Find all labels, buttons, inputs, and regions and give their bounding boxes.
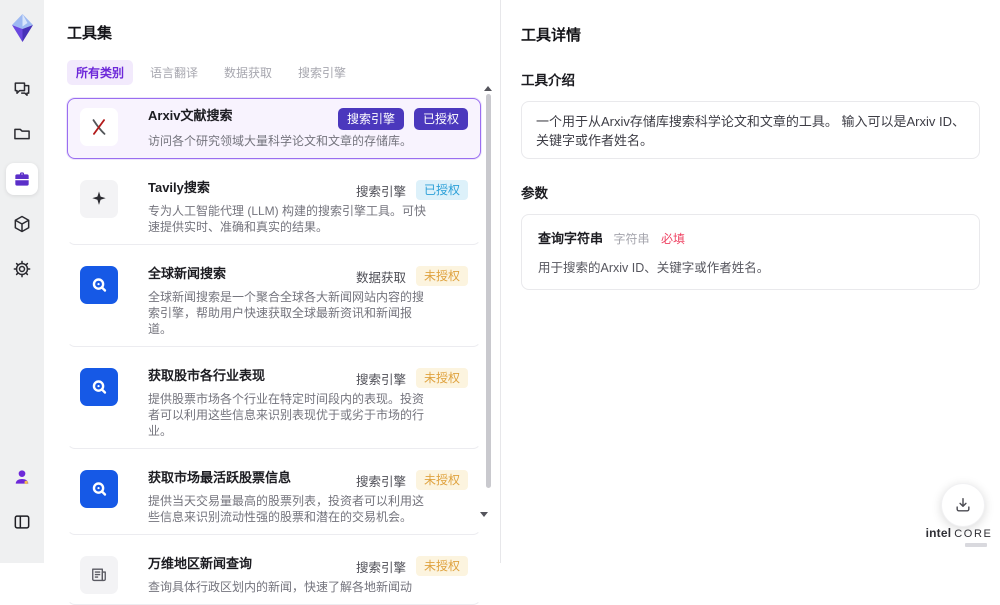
category-tabs: 所有类别 语言翻译 数据获取 搜索引擎 <box>67 60 500 85</box>
blue-search-logo-icon <box>80 266 118 304</box>
tool-card-arxiv[interactable]: Arxiv文献搜索 搜索引擎 已授权 访问各个研究领域大量科学论文和文章的存储库… <box>67 98 481 159</box>
arxiv-logo-icon <box>80 108 118 146</box>
tool-intro-text: 一个用于从Arxiv存储库搜索科学论文和文章的工具。 输入可以是Arxiv ID… <box>521 101 980 159</box>
tool-card-tavily[interactable]: Tavily搜索 搜索引擎 已授权 专为人工智能代理 (LLM) 构建的搜索引擎… <box>67 170 481 245</box>
tool-card-regional-news[interactable]: 万维地区新闻查询 搜索引擎 未授权 查询具体行政区划内的新闻，快速了解各地新闻动 <box>67 546 481 605</box>
tool-card-sector-performance[interactable]: 获取股市各行业表现 搜索引擎 未授权 提供股票市场各个行业在特定时间段内的表现。… <box>67 358 481 449</box>
user-avatar-icon <box>15 470 29 485</box>
scroll-up-arrow-icon[interactable] <box>484 86 492 91</box>
tool-name: Arxiv文献搜索 <box>148 108 233 123</box>
tool-description: 提供当天交易量最高的股票列表，投资者可以利用这些信息来识别流动性强的股票和潜在的… <box>148 494 425 524</box>
param-required-label: 必填 <box>660 232 685 246</box>
sparkle-star-icon <box>80 180 118 218</box>
param-type-label: 字符串 <box>613 232 650 246</box>
intro-heading: 工具介绍 <box>521 73 575 88</box>
tool-description: 提供股票市场各个行业在特定时间段内的表现。投资者可以利用这些信息来识别表现优于或… <box>148 392 425 438</box>
detail-title: 工具详情 <box>521 27 582 44</box>
tab-all-categories[interactable]: 所有类别 <box>67 60 134 85</box>
auth-status-chip: 已授权 <box>413 108 468 130</box>
category-label: 搜索引擎 <box>355 372 406 387</box>
folder-icon <box>14 128 30 140</box>
page-title: 工具集 <box>67 25 113 42</box>
tool-description: 访问各个研究领域大量科学论文和文章的存储库。 <box>148 134 413 148</box>
tool-name: Tavily搜索 <box>148 180 210 195</box>
tool-description: 全球新闻搜索是一个聚合全球各大新闻网站内容的搜索引擎，帮助用户快速获取全球最新资… <box>148 290 425 336</box>
sidebar-item-account[interactable] <box>6 461 38 493</box>
category-label: 搜索引擎 <box>355 184 406 199</box>
param-name: 查询字符串 <box>538 231 604 246</box>
sidebar-item-settings[interactable] <box>6 253 38 285</box>
sidebar-item-collapse[interactable] <box>6 506 38 538</box>
auth-status-badge: 未授权 <box>415 266 468 286</box>
tool-card-most-active-stocks[interactable]: 获取市场最活跃股票信息 搜索引擎 未授权 提供当天交易量最高的股票列表，投资者可… <box>67 460 481 535</box>
param-description: 用于搜索的Arxiv ID、关键字或作者姓名。 <box>538 261 770 275</box>
tool-name: 获取市场最活跃股票信息 <box>148 470 292 485</box>
blue-search-logo-icon <box>80 470 118 508</box>
scroll-down-arrow-icon[interactable] <box>480 512 488 517</box>
briefcase-icon <box>15 172 29 186</box>
panel-collapse-icon <box>14 515 30 529</box>
auth-status-badge: 未授权 <box>415 470 468 490</box>
auth-status-badge: 已授权 <box>415 180 468 200</box>
auth-status-badge: 未授权 <box>415 368 468 388</box>
intel-core-subtext-bar <box>965 543 987 547</box>
left-rail <box>0 0 44 563</box>
tool-name: 全球新闻搜索 <box>148 266 227 281</box>
sidebar-item-files[interactable] <box>6 118 38 150</box>
tab-data-acquisition[interactable]: 数据获取 <box>215 60 281 85</box>
category-chip: 搜索引擎 <box>337 108 404 130</box>
tool-name: 万维地区新闻查询 <box>148 556 253 571</box>
blue-search-logo-icon <box>80 368 118 406</box>
tool-name: 获取股市各行业表现 <box>148 368 266 383</box>
tool-detail-panel: 工具详情 工具介绍 一个用于从Arxiv存储库搜索科学论文和文章的工具。 输入可… <box>500 0 1000 563</box>
gear-icon <box>13 260 31 278</box>
tab-language-translation[interactable]: 语言翻译 <box>141 60 207 85</box>
category-label: 搜索引擎 <box>355 474 406 489</box>
parameter-item: 查询字符串 字符串 必填 用于搜索的Arxiv ID、关键字或作者姓名。 <box>521 214 980 290</box>
sidebar-item-plugins[interactable] <box>6 208 38 240</box>
category-label: 数据获取 <box>355 270 406 285</box>
newspaper-icon <box>80 556 118 594</box>
sidebar-item-toolbox[interactable] <box>6 163 38 195</box>
sidebar-item-chat[interactable] <box>6 73 38 105</box>
toolset-panel: 工具集 所有类别 语言翻译 数据获取 搜索引擎 Arxiv文献搜索 搜索引擎 已… <box>44 0 500 605</box>
download-button[interactable] <box>941 483 985 527</box>
tab-search-engine[interactable]: 搜索引擎 <box>289 60 355 85</box>
cube-icon <box>14 215 30 233</box>
auth-status-badge: 未授权 <box>415 556 468 576</box>
tool-card-global-news[interactable]: 全球新闻搜索 数据获取 未授权 全球新闻搜索是一个聚合全球各大新闻网站内容的搜索… <box>67 256 481 347</box>
chat-icon <box>14 82 30 96</box>
intel-wordmark: intel <box>925 526 952 540</box>
category-label: 搜索引擎 <box>355 560 406 575</box>
core-wordmark: CORE <box>954 528 993 540</box>
list-scrollbar-thumb[interactable] <box>486 94 491 488</box>
tool-description: 查询具体行政区划内的新闻，快速了解各地新闻动 <box>148 580 413 594</box>
download-icon <box>956 498 970 512</box>
tool-description: 专为人工智能代理 (LLM) 构建的搜索引擎工具。可快速提供实时、准确和真实的结… <box>148 204 427 234</box>
intel-core-logo: intel CORE <box>925 526 993 547</box>
params-heading: 参数 <box>521 186 548 201</box>
app-logo-gem-icon <box>11 14 33 42</box>
tool-list: Arxiv文献搜索 搜索引擎 已授权 访问各个研究领域大量科学论文和文章的存储库… <box>67 98 481 605</box>
